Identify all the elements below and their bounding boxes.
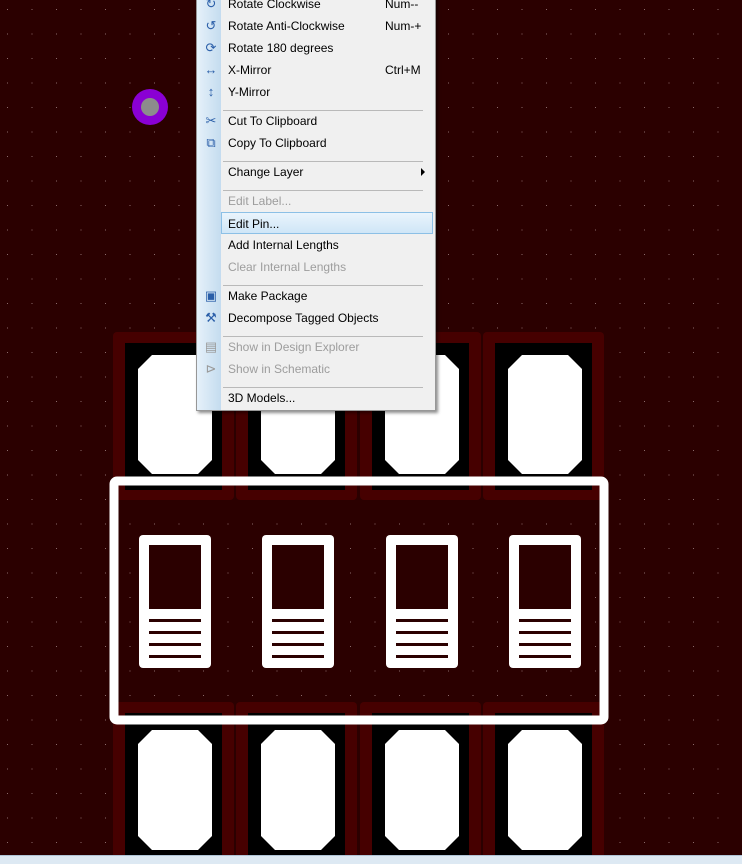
menu-item-show-in-design-explorer[interactable]: ▤ Show in Design Explorer xyxy=(199,336,433,358)
pin-symbol-2[interactable] xyxy=(262,535,334,668)
menu-item-show-in-schematic[interactable]: ⊳ Show in Schematic xyxy=(199,358,433,380)
menu-item-copy-to-clipboard[interactable]: ⧉ Copy To Clipboard xyxy=(199,132,433,154)
pin-symbol-4[interactable] xyxy=(509,535,581,668)
menu-item-label: Rotate Anti-Clockwise xyxy=(228,19,345,33)
menu-item-edit-label[interactable]: Edit Label... xyxy=(199,190,433,212)
menu-item-shortcut: Num-- xyxy=(385,0,419,11)
menu-item-label: X-Mirror xyxy=(228,63,272,77)
menu-item-change-layer[interactable]: Change Layer xyxy=(199,161,433,183)
menu-item-add-internal-lengths[interactable]: Add Internal Lengths xyxy=(199,234,433,256)
menu-item-label: Change Layer xyxy=(228,165,304,179)
via-hole xyxy=(141,98,159,116)
menu-item-label: Decompose Tagged Objects xyxy=(228,311,379,325)
menu-item-decompose-tagged-objects[interactable]: ⚒ Decompose Tagged Objects xyxy=(199,307,433,329)
menu-item-label: Clear Internal Lengths xyxy=(228,260,347,274)
menu-item-rotate-180-degrees[interactable]: ⟳ Rotate 180 degrees xyxy=(199,37,433,59)
menu-item-shortcut: Ctrl+M xyxy=(385,63,421,77)
x-mirror-icon: ↔ xyxy=(204,62,218,77)
menu-item-label: 3D Models... xyxy=(228,391,296,405)
bottom-pad-1[interactable] xyxy=(113,702,234,863)
y-mirror-icon: ↕ xyxy=(207,84,215,99)
menu-item-label: Copy To Clipboard xyxy=(228,136,327,150)
menu-item-rotate-clockwise[interactable]: ↻ Rotate Clockwise Num-- xyxy=(199,0,433,15)
menu-item-label: Rotate Clockwise xyxy=(228,0,321,11)
make-package-icon: ▣ xyxy=(204,288,218,303)
menu-item-label: Add Internal Lengths xyxy=(228,238,339,252)
rotate-180-icon: ⟳ xyxy=(205,40,217,55)
hammer-icon: ⚒ xyxy=(205,310,217,325)
menu-item-label: Rotate 180 degrees xyxy=(228,41,334,55)
copy-icon: ⧉ xyxy=(206,135,216,150)
menu-item-cut-to-clipboard[interactable]: ✂ Cut To Clipboard xyxy=(199,110,433,132)
menu-item-x-mirror[interactable]: ↔ X-Mirror Ctrl+M xyxy=(199,59,433,81)
menu-item-make-package[interactable]: ▣ Make Package xyxy=(199,285,433,307)
rotate-anticlockwise-icon: ↺ xyxy=(205,18,217,33)
design-explorer-icon: ▤ xyxy=(204,339,218,354)
pin-symbol-3[interactable] xyxy=(386,535,458,668)
menu-item-label: Edit Pin... xyxy=(228,217,280,231)
menu-item-clear-internal-lengths[interactable]: Clear Internal Lengths xyxy=(199,256,433,278)
menu-item-label: Make Package xyxy=(228,289,308,303)
menu-item-3d-models[interactable]: 3D Models... xyxy=(199,387,433,409)
scissors-icon: ✂ xyxy=(205,113,217,128)
rotate-clockwise-icon: ↻ xyxy=(205,0,217,11)
schematic-icon: ⊳ xyxy=(205,361,217,376)
menu-item-rotate-anti-clockwise[interactable]: ↺ Rotate Anti-Clockwise Num-+ xyxy=(199,15,433,37)
menu-item-shortcut: Num-+ xyxy=(385,19,422,33)
bottom-pad-2[interactable] xyxy=(236,702,357,863)
context-menu: ↻ Rotate Clockwise Num-- ↺ Rotate Anti-Clock… xyxy=(196,0,436,411)
menu-item-edit-pin[interactable]: Edit Pin... xyxy=(221,212,433,234)
menu-item-label: Edit Label... xyxy=(228,194,292,208)
menu-item-label: Show in Design Explorer xyxy=(228,340,360,354)
menu-item-label: Show in Schematic xyxy=(228,362,331,376)
menu-item-label: Y-Mirror xyxy=(228,85,271,99)
pin-symbol-1[interactable] xyxy=(139,535,211,668)
menu-item-y-mirror[interactable]: ↕ Y-Mirror xyxy=(199,81,433,103)
submenu-arrow-icon xyxy=(421,168,425,176)
menu-item-label: Cut To Clipboard xyxy=(228,114,318,128)
bottom-pad-4[interactable] xyxy=(483,702,604,863)
top-pad-4[interactable] xyxy=(483,332,604,500)
bottom-pad-3[interactable] xyxy=(360,702,481,863)
